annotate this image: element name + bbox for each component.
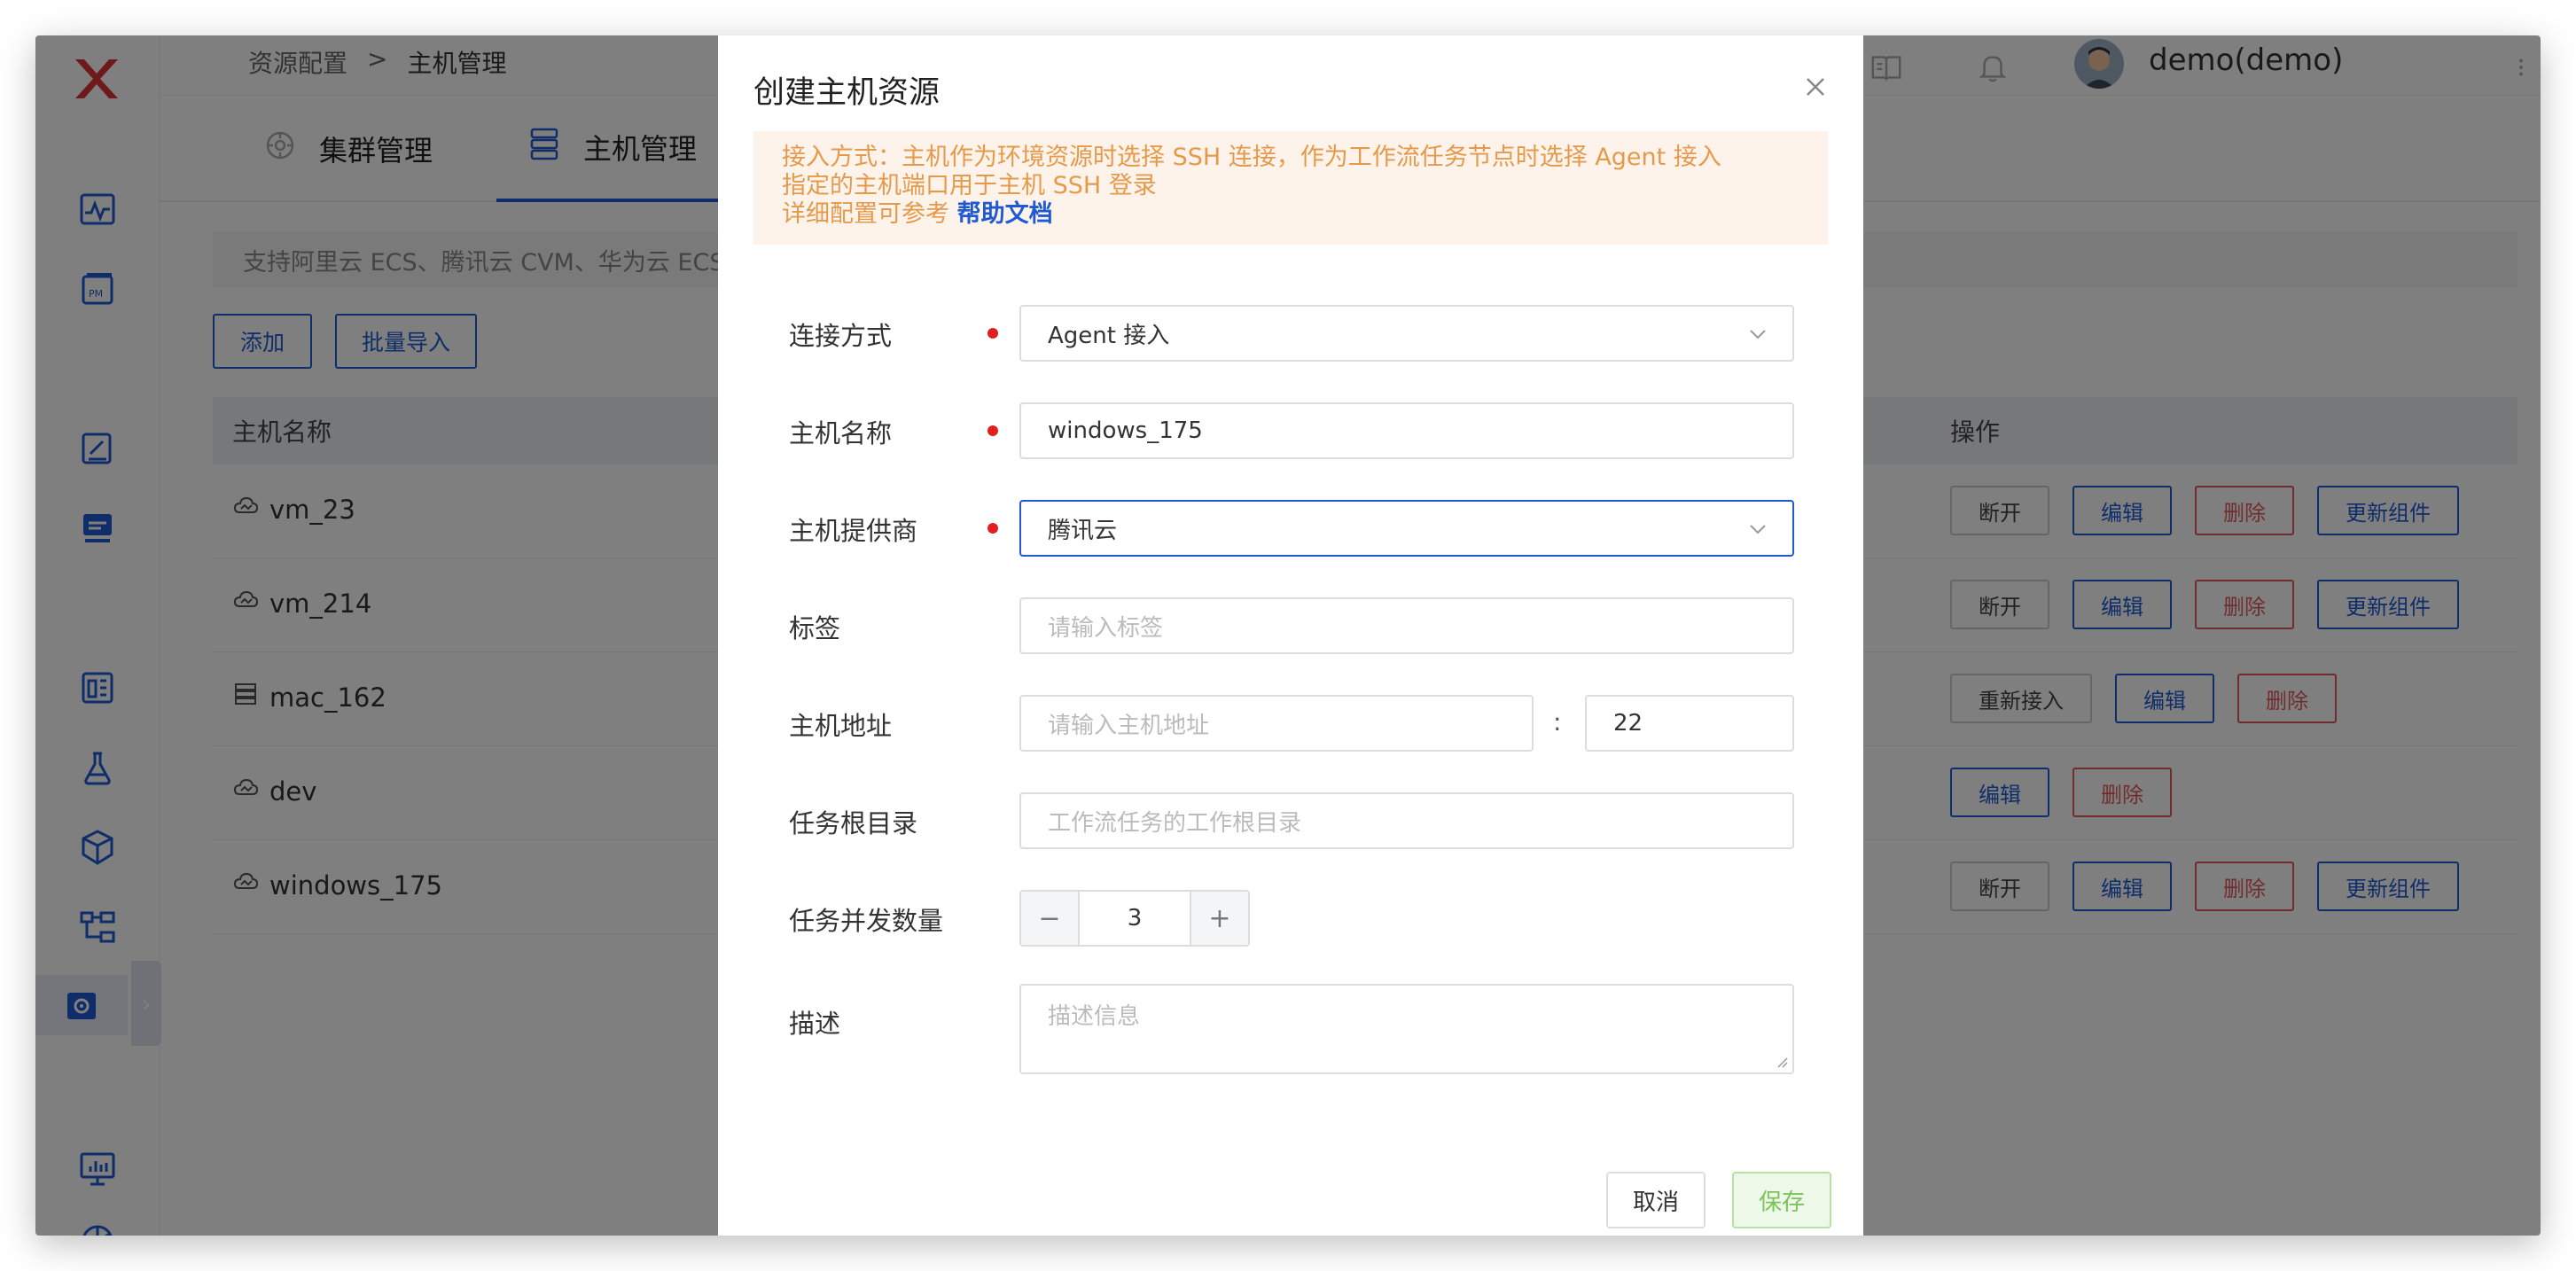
connect-method-value: Agent 接入 <box>1048 322 1170 349</box>
port-input[interactable]: 22 <box>1585 695 1794 752</box>
chevron-down-icon <box>1750 525 1766 534</box>
create-host-dialog: 创建主机资源 接入方式：主机作为环境资源时选择 SSH 连接，作为工作流任务节点… <box>718 35 1863 1236</box>
chevron-down-icon <box>1750 330 1766 339</box>
connect-method-label: 连接方式 <box>789 321 893 351</box>
workdir-label: 任务根目录 <box>789 808 918 838</box>
cancel-button[interactable]: 取消 <box>1606 1172 1706 1228</box>
connect-method-select[interactable]: Agent 接入 <box>1019 305 1794 362</box>
alert-line-3: 详细配置可参考 <box>782 200 949 228</box>
connect-method-row: 连接方式 Agent 接入 <box>789 305 1799 362</box>
close-icon[interactable] <box>1799 71 1831 103</box>
host-address-input[interactable]: 请输入主机地址 <box>1019 695 1534 752</box>
resize-handle-icon[interactable] <box>1775 1055 1789 1069</box>
tags-input[interactable]: 请输入标签 <box>1019 597 1794 654</box>
workdir-input[interactable]: 工作流任务的工作根目录 <box>1019 792 1794 849</box>
save-button[interactable]: 保存 <box>1732 1172 1831 1228</box>
workdir-placeholder: 工作流任务的工作根目录 <box>1048 809 1302 837</box>
increment-button[interactable]: + <box>1191 892 1248 945</box>
description-placeholder: 描述信息 <box>1048 1003 1141 1030</box>
alert-line-1: 接入方式：主机作为环境资源时选择 SSH 连接，作为工作流任务节点时选择 Age… <box>782 144 1721 171</box>
host-address-placeholder: 请输入主机地址 <box>1048 712 1210 739</box>
required-marker <box>987 523 998 534</box>
alert-line-2: 指定的主机端口用于主机 SSH 登录 <box>782 172 1157 199</box>
info-alert: 接入方式：主机作为环境资源时选择 SSH 连接，作为工作流任务节点时选择 Age… <box>753 131 1828 245</box>
required-marker <box>987 425 998 436</box>
provider-select[interactable]: 腾讯云 <box>1019 500 1794 557</box>
tags-placeholder: 请输入标签 <box>1048 614 1164 642</box>
host-name-label: 主机名称 <box>789 418 893 448</box>
concurrency-value[interactable]: 3 <box>1078 892 1191 945</box>
required-marker <box>987 328 998 339</box>
tags-row: 标签 请输入标签 <box>789 597 1799 654</box>
decrement-button[interactable]: − <box>1021 892 1078 945</box>
host-address-label: 主机地址 <box>789 711 893 741</box>
provider-value: 腾讯云 <box>1048 517 1118 544</box>
provider-label: 主机提供商 <box>789 516 918 546</box>
host-name-value: windows_175 <box>1048 417 1203 444</box>
port-separator: : <box>1553 707 1562 737</box>
port-value: 22 <box>1613 710 1643 737</box>
concurrency-label: 任务并发数量 <box>789 906 944 936</box>
description-textarea[interactable]: 描述信息 <box>1019 984 1794 1074</box>
host-name-row: 主机名称 windows_175 <box>789 402 1799 459</box>
dialog-title: 创建主机资源 <box>753 75 941 111</box>
provider-row: 主机提供商 腾讯云 <box>789 500 1799 557</box>
host-name-input[interactable]: windows_175 <box>1019 402 1794 459</box>
app-window: PM › 资源配置 > <box>35 35 2541 1236</box>
concurrency-row: 任务并发数量 − 3 + <box>789 890 1799 947</box>
description-row: 描述 描述信息 <box>789 984 1799 1076</box>
workdir-row: 任务根目录 工作流任务的工作根目录 <box>789 792 1799 849</box>
description-label: 描述 <box>789 1009 841 1039</box>
host-address-row: 主机地址 请输入主机地址 : 22 <box>789 695 1799 752</box>
help-doc-link[interactable]: 帮助文档 <box>957 200 1053 228</box>
tags-label: 标签 <box>789 613 841 643</box>
concurrency-stepper: − 3 + <box>1019 890 1250 947</box>
